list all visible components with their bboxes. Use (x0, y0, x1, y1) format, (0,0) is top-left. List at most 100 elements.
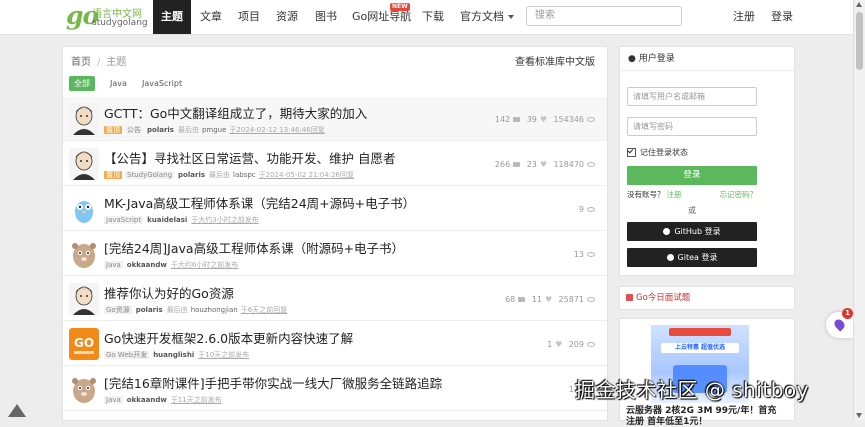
breadcrumb-separator: / (97, 57, 101, 68)
avatar[interactable] (69, 193, 99, 225)
topic-time: 于2024-05-02 21:04:26回复 (258, 171, 354, 179)
nav-projects[interactable]: 项目 (238, 0, 260, 34)
site-logo[interactable]: go 语言中文网 studygolang (66, 1, 148, 30)
eye-icon (587, 207, 595, 212)
scroll-down-arrow-icon[interactable] (856, 413, 862, 418)
eye-icon (587, 252, 595, 257)
last-reply-label: 最后由 (166, 306, 188, 314)
comment-icon (513, 162, 521, 167)
avatar[interactable] (69, 373, 99, 405)
topic-title[interactable]: MK-Java高级工程师体系课（完结24周+源码+电子书） (104, 193, 415, 212)
topic-node[interactable]: Go资源 (104, 306, 132, 314)
ad-headline: 上云特惠 超值优选 (661, 343, 739, 353)
topic-row[interactable]: GO Go快速开发框架2.6.0版本更新内容快速了解 Go Web开发 huang… (63, 322, 607, 366)
topic-title[interactable]: [完结16章附课件]手把手带你实战一线大厂微服务全链路追踪 (104, 373, 442, 392)
nav-login[interactable]: 登录 (771, 0, 793, 34)
heart-icon: ♥ (539, 160, 548, 169)
topic-author[interactable]: okkaandw (127, 396, 167, 404)
topic-title[interactable]: GCTT：Go中文翻译组成立了，期待大家的加入 (104, 103, 367, 122)
filter-javascript[interactable]: JavaScript (137, 76, 187, 91)
eye-icon (587, 117, 595, 122)
ad-banner[interactable]: 上云特惠 超值优选 云服务器 2核2G 3M 99元/年！首充 注册 首年低至1… (619, 318, 795, 427)
topic-title[interactable]: Go快速开发框架2.6.0版本更新内容快速了解 (104, 328, 353, 347)
filter-java[interactable]: Java (105, 76, 132, 91)
topic-node[interactable]: JavaScript (104, 216, 144, 224)
github-login-label: GitHub 登录 (674, 227, 721, 236)
nav-official-docs[interactable]: 官方文档 (460, 0, 514, 34)
last-reply-user[interactable]: houzhongjian (191, 306, 238, 314)
nav-articles[interactable]: 文章 (200, 0, 222, 34)
interview-link[interactable]: Go今日面试题 (619, 286, 795, 310)
topic-node[interactable]: Java (104, 396, 123, 404)
last-reply-user[interactable]: labspc (233, 171, 256, 179)
topic-meta: Go资源 polaris 最后由 houzhongjian 于6天之前回复 (104, 305, 287, 315)
gitea-icon (666, 254, 674, 261)
interview-label: Go今日面试题 (636, 293, 691, 303)
scroll-thumb[interactable] (856, 12, 863, 70)
search-input[interactable]: 搜索 (526, 6, 682, 26)
login-button[interactable]: 登录 (627, 166, 757, 185)
login-box: ● 用户登录 请填写用户名或邮箱 请填写密码 记住登录状态 登录 没有账号？ 注册… (619, 46, 795, 276)
scrollbar[interactable] (853, 0, 865, 421)
avatar[interactable] (69, 148, 99, 180)
topic-row[interactable]: [完结16章附课件]手把手带你实战一线大厂微服务全链路追踪 Java okkaan… (63, 367, 607, 411)
topic-row[interactable]: 【公告】寻找社区日常运营、功能开发、维护 自愿者 置顶 StudyGolang po… (63, 142, 607, 186)
heart-icon: ♥ (539, 115, 548, 124)
topic-row[interactable]: [完结24周]Java高级工程师体系课（附源码+电子书） Java okkaand… (63, 232, 607, 276)
topic-meta: Go Web开发 huanglishi 于10天之前发布 (104, 350, 249, 360)
back-to-top-icon[interactable] (8, 404, 26, 417)
top-navbar: go 语言中文网 studygolang 主题 文章 项目 资源 图书 Go网址… (0, 0, 853, 35)
avatar[interactable] (69, 103, 99, 135)
notification-badge: 1 (842, 308, 853, 319)
topic-node[interactable]: StudyGolang (125, 171, 175, 179)
nav-resources[interactable]: 资源 (276, 0, 298, 34)
comment-count: 142 (494, 115, 511, 124)
nav-download[interactable]: 下载 (422, 0, 444, 34)
avatar[interactable] (69, 238, 99, 270)
topic-author[interactable]: kuaidelasi (147, 216, 187, 224)
github-login-button[interactable]: GitHub 登录 (627, 222, 757, 241)
topic-row[interactable]: GCTT：Go中文翻译组成立了，期待大家的加入 置顶 公告 polaris 最后由 pm… (63, 97, 607, 141)
topic-stats: 68 11 ♥ 25871 (501, 295, 595, 304)
topic-node[interactable]: Go Web开发 (104, 351, 150, 359)
topic-time: 于大约3小时之前发布 (191, 216, 259, 224)
password-input[interactable]: 请填写密码 (627, 117, 757, 136)
svg-text:GO: GO (74, 336, 94, 350)
remember-me[interactable]: 记住登录状态 (627, 147, 688, 158)
eye-icon (587, 342, 595, 347)
topic-row[interactable]: MK-Java高级工程师体系课（完结24周+源码+电子书） JavaScript… (63, 187, 607, 231)
remember-checkbox[interactable] (627, 148, 636, 157)
register-link[interactable]: 注册 (667, 190, 682, 199)
ad-tag (669, 328, 731, 336)
nav-topics[interactable]: 主题 (153, 0, 191, 34)
breadcrumb-current: 主题 (106, 57, 127, 68)
forgot-password-link[interactable]: 忘记密码？ (720, 189, 758, 200)
avatar[interactable]: GO (69, 328, 99, 360)
username-input[interactable]: 请填写用户名或邮箱 (627, 87, 757, 106)
topic-author[interactable]: huanglishi (153, 351, 194, 359)
topic-author[interactable]: okkaandw (127, 261, 167, 269)
topic-title[interactable]: 推荐你认为好的Go资源 (104, 283, 234, 302)
filter-all[interactable]: 全部 (69, 76, 95, 91)
topic-row[interactable]: 推荐你认为好的Go资源 Go资源 polaris 最后由 houzhongjian 于6… (63, 277, 607, 321)
topic-author[interactable]: polaris (136, 306, 163, 314)
last-reply-user[interactable]: pmgue (202, 126, 226, 134)
gitea-login-button[interactable]: Gitea 登录 (627, 248, 757, 267)
breadcrumb-home[interactable]: 首页 (71, 57, 91, 68)
floating-assistant-button[interactable]: 1 (826, 308, 853, 338)
topic-node[interactable]: 公告 (125, 126, 143, 134)
nav-register[interactable]: 注册 (733, 0, 755, 34)
topic-title[interactable]: [完结24周]Java高级工程师体系课（附源码+电子书） (104, 238, 404, 257)
avatar[interactable] (69, 283, 99, 315)
nav-go-sites[interactable]: Go网址导航 NEW (352, 0, 411, 34)
topic-time: 于2024-02-12 13:46:46回复 (229, 126, 325, 134)
nav-books[interactable]: 图书 (315, 0, 337, 34)
view-count: 13 (573, 250, 584, 259)
std-lib-link[interactable]: 查看标准库中文版 (515, 53, 595, 68)
scroll-up-arrow-icon[interactable] (856, 2, 862, 7)
topic-author[interactable]: polaris (147, 126, 174, 134)
topic-author[interactable]: polaris (178, 171, 205, 179)
topic-node[interactable]: Java (104, 261, 123, 269)
topic-title[interactable]: 【公告】寻找社区日常运营、功能开发、维护 自愿者 (104, 148, 395, 167)
breadcrumb: 首页 / 主题 (71, 53, 126, 68)
